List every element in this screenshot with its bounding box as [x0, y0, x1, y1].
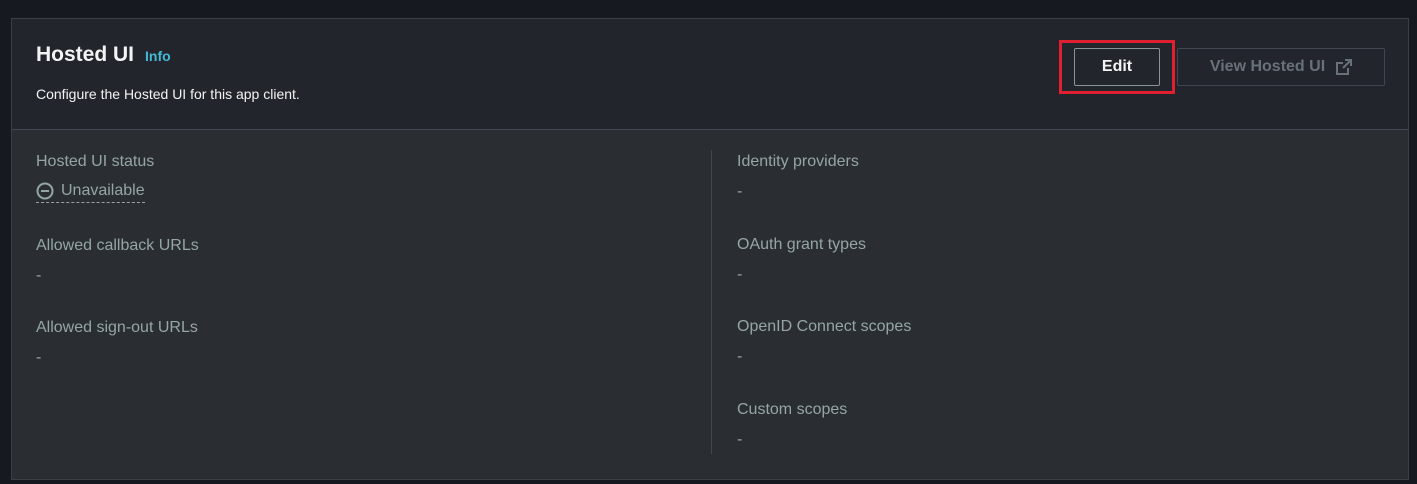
page: Hosted UI Info Configure the Hosted UI f… [0, 0, 1417, 484]
identity-providers-label: Identity providers [737, 153, 859, 170]
view-hosted-ui-label: View Hosted UI [1209, 58, 1326, 75]
signout-urls-label: Allowed sign-out URLs [36, 319, 198, 336]
openid-scopes-value: - [737, 348, 743, 365]
info-link[interactable]: Info [145, 48, 171, 64]
view-hosted-ui-button[interactable]: View Hosted UI [1177, 48, 1385, 86]
signout-urls-field: Allowed sign-out URLs - [36, 318, 198, 368]
callback-urls-field: Allowed callback URLs - [36, 236, 199, 286]
custom-scopes-label: Custom scopes [737, 401, 848, 418]
panel-title: Hosted UI [36, 43, 135, 66]
hosted-ui-panel: Hosted UI Info Configure the Hosted UI f… [11, 18, 1409, 480]
callback-urls-value: - [36, 267, 42, 284]
minus-circle-icon [36, 182, 54, 200]
panel-body: Hosted UI status Unavailable Allowed cal… [12, 130, 1408, 480]
hosted-ui-status-field: Hosted UI status Unavailable [36, 152, 154, 205]
panel-description: Configure the Hosted UI for this app cli… [36, 86, 300, 102]
custom-scopes-value: - [737, 431, 743, 448]
edit-button[interactable]: Edit [1074, 48, 1160, 86]
openid-scopes-field: OpenID Connect scopes - [737, 317, 911, 367]
oauth-grant-types-field: OAuth grant types - [737, 235, 866, 285]
callback-urls-label: Allowed callback URLs [36, 237, 199, 254]
hosted-ui-status-label: Hosted UI status [36, 153, 155, 170]
hosted-ui-status-text: Unavailable [61, 182, 145, 199]
title-row: Hosted UI Info [36, 43, 171, 67]
identity-providers-value: - [737, 183, 743, 200]
identity-providers-field: Identity providers - [737, 152, 859, 202]
hosted-ui-status-value[interactable]: Unavailable [36, 182, 145, 203]
edit-highlight-box: Edit [1059, 40, 1175, 94]
column-divider [711, 150, 712, 454]
openid-scopes-label: OpenID Connect scopes [737, 318, 912, 335]
custom-scopes-field: Custom scopes - [737, 400, 847, 450]
oauth-grant-types-value: - [737, 266, 743, 283]
signout-urls-value: - [36, 349, 42, 366]
oauth-grant-types-label: OAuth grant types [737, 236, 866, 253]
header-actions: Edit View Hosted UI [1059, 40, 1385, 94]
external-link-icon [1336, 59, 1353, 75]
panel-header: Hosted UI Info Configure the Hosted UI f… [12, 19, 1408, 130]
